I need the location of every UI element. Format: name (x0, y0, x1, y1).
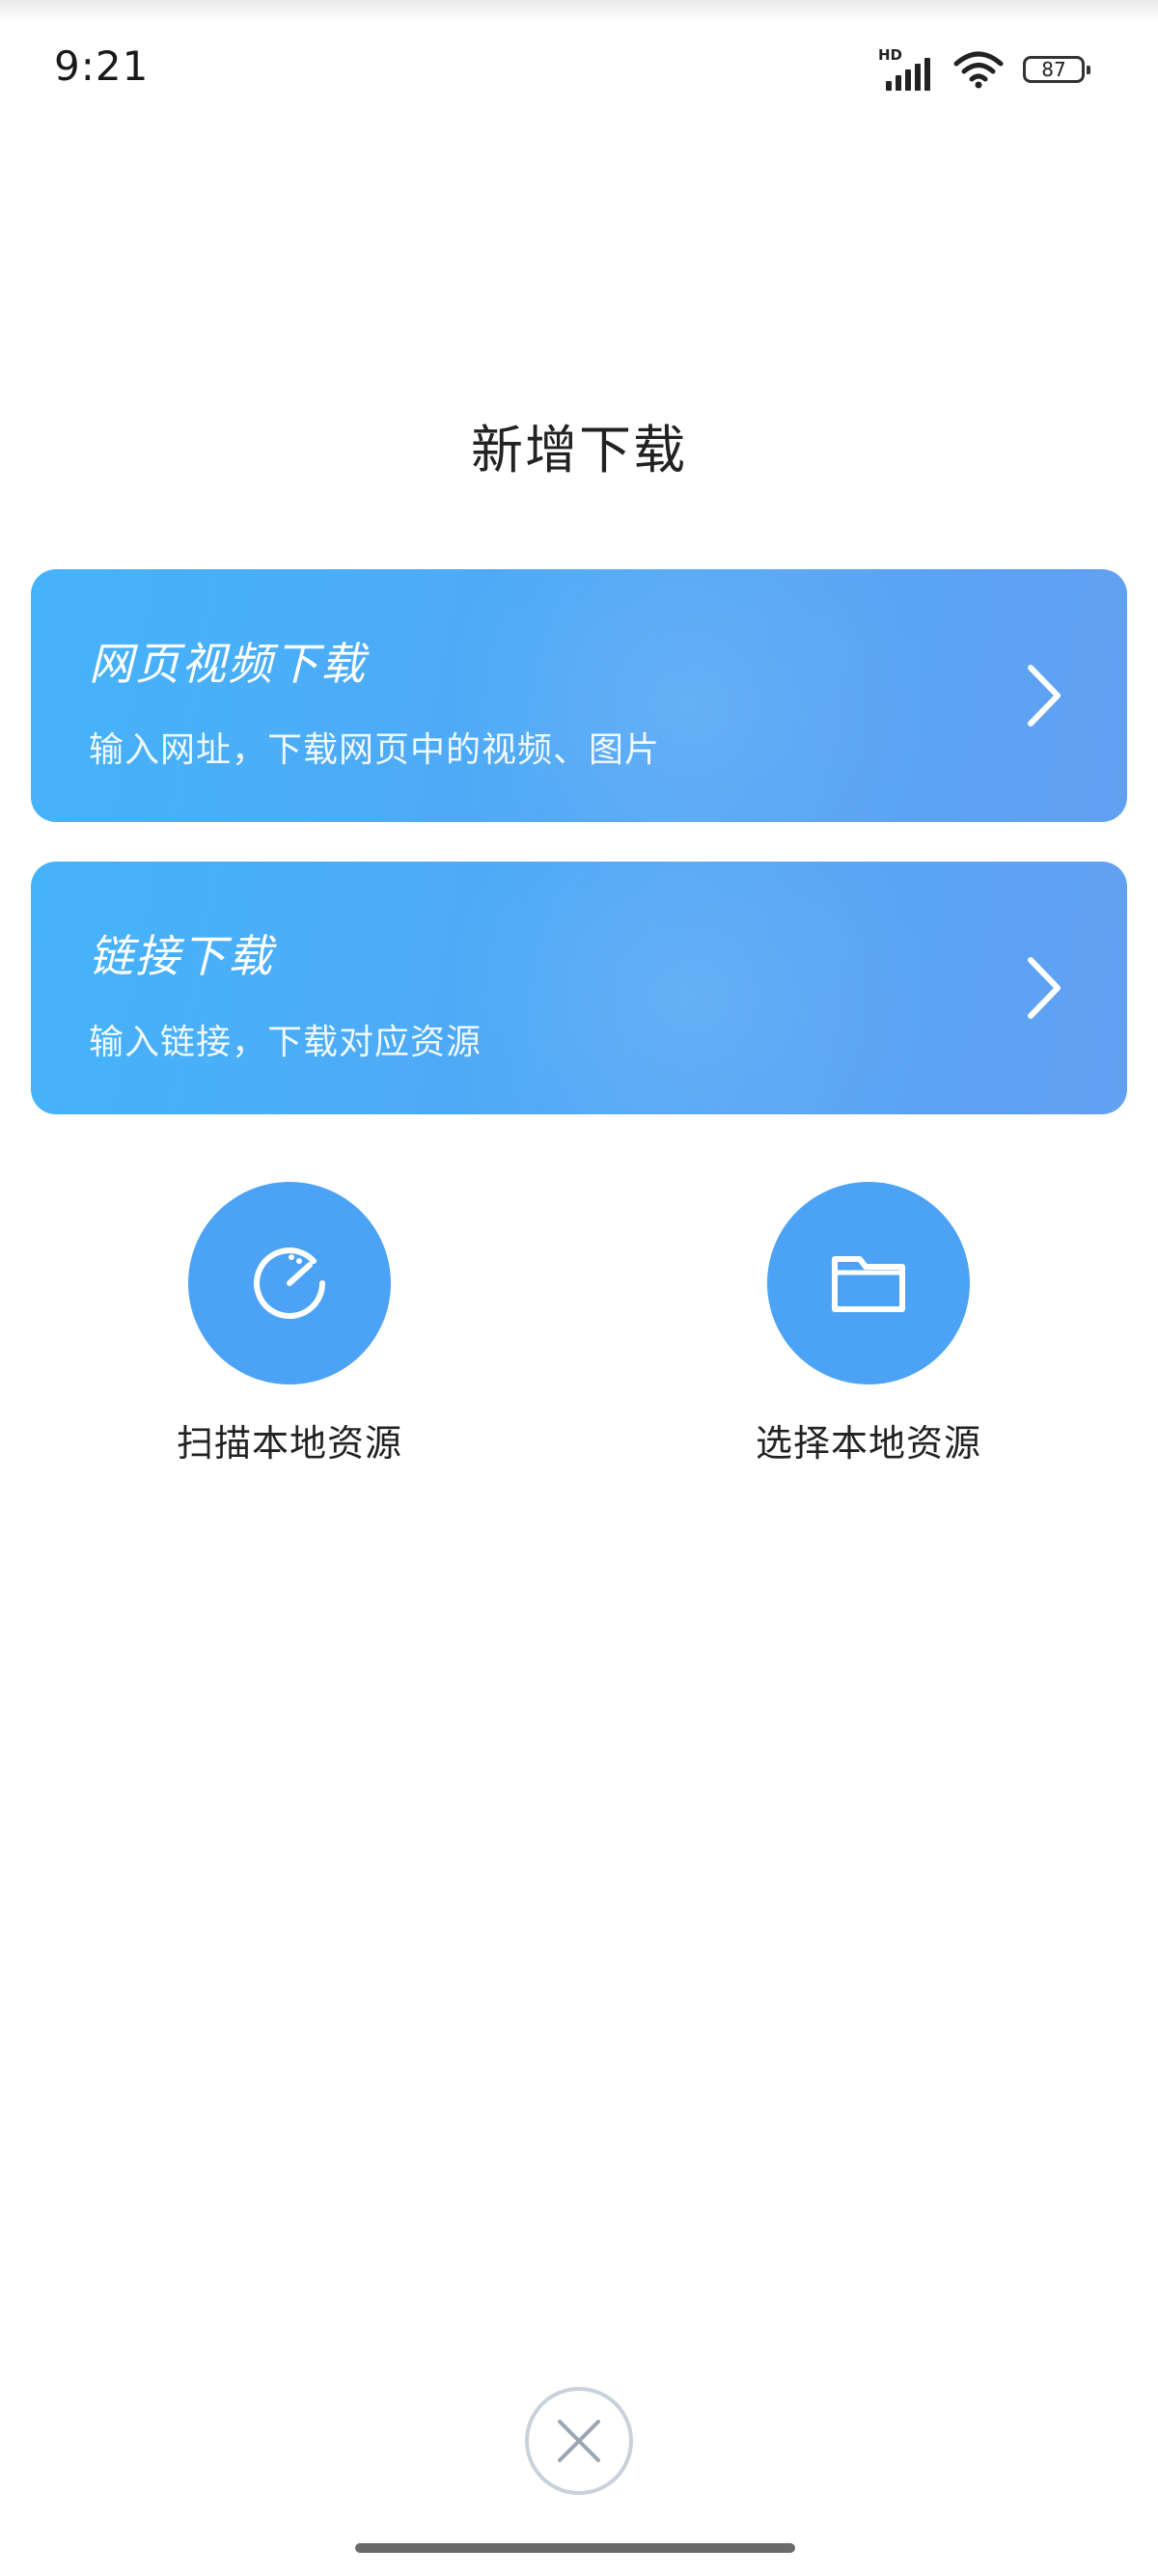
status-bar: 9:21 HD 87 (0, 0, 1158, 135)
card-subtitle: 输入链接，下载对应资源 (89, 1023, 482, 1062)
scan-label: 扫描本地资源 (176, 1422, 402, 1465)
link-download-card[interactable]: 链接下载 输入链接，下载对应资源 (31, 862, 1127, 1114)
status-time: 9:21 (54, 42, 150, 90)
chevron-right-icon (1028, 665, 1061, 726)
close-icon (558, 2420, 600, 2462)
wifi-icon (953, 51, 1004, 89)
battery-icon: 87 (1023, 56, 1090, 83)
signal-icon: HD (878, 48, 934, 91)
battery-level: 87 (1041, 58, 1066, 81)
card-title: 链接下载 (89, 930, 274, 982)
scan-button-circle[interactable] (188, 1182, 391, 1384)
card-title: 网页视频下载 (89, 638, 367, 690)
choose-button-circle[interactable] (767, 1182, 970, 1384)
card-subtitle: 输入网址，下载网页中的视频、图片 (89, 730, 661, 770)
close-button[interactable] (525, 2387, 633, 2495)
scan-icon (254, 1247, 325, 1320)
status-icons: HD 87 (878, 48, 1090, 91)
web-video-download-card[interactable]: 网页视频下载 输入网址，下载网页中的视频、图片 (31, 569, 1127, 822)
scan-local-resources-button[interactable]: 扫描本地资源 (96, 1182, 482, 1466)
home-indicator[interactable] (355, 2543, 795, 2553)
choose-label: 选择本地资源 (755, 1422, 981, 1465)
chevron-right-icon (1028, 957, 1061, 1019)
folder-icon (832, 1256, 905, 1312)
choose-local-resources-button[interactable]: 选择本地资源 (676, 1182, 1062, 1466)
page-title: 新增下载 (471, 420, 687, 480)
